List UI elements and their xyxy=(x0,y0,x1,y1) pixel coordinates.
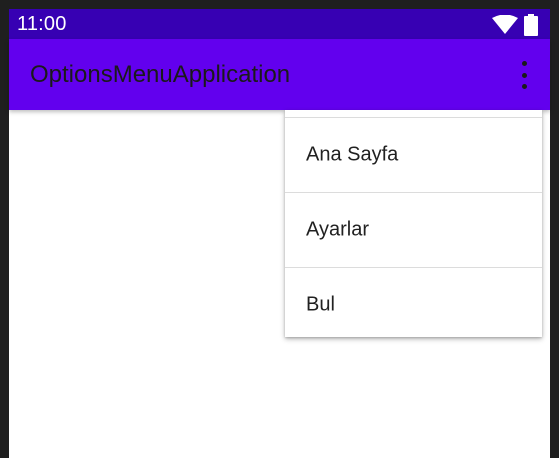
status-icons xyxy=(492,14,538,41)
wifi-icon xyxy=(492,14,518,40)
menu-item-label: Ana Sayfa xyxy=(306,143,399,166)
status-bar: 11:00 xyxy=(9,9,550,39)
app-title: OptionsMenuApplication xyxy=(30,61,291,88)
menu-item-ayarlar[interactable]: Ayarlar xyxy=(285,193,542,268)
menu-item-ana-sayfa[interactable]: Ana Sayfa xyxy=(285,118,542,193)
options-menu-popup: Ana Sayfa Ayarlar Bul xyxy=(285,110,542,337)
menu-item-label: Ayarlar xyxy=(306,218,369,241)
menu-item-bul[interactable]: Bul xyxy=(285,268,542,342)
overflow-dot xyxy=(521,61,527,66)
menu-item-label: Bul xyxy=(306,293,335,316)
app-bar: OptionsMenuApplication xyxy=(9,39,550,110)
more-vert-icon[interactable] xyxy=(518,61,530,89)
battery-icon xyxy=(524,14,538,41)
overflow-dot xyxy=(521,72,527,78)
overflow-dot xyxy=(521,84,527,89)
status-time: 11:00 xyxy=(17,13,67,35)
device-frame: 11:00 OptionsMenuApplication Ana Sayfa A… xyxy=(0,0,559,458)
